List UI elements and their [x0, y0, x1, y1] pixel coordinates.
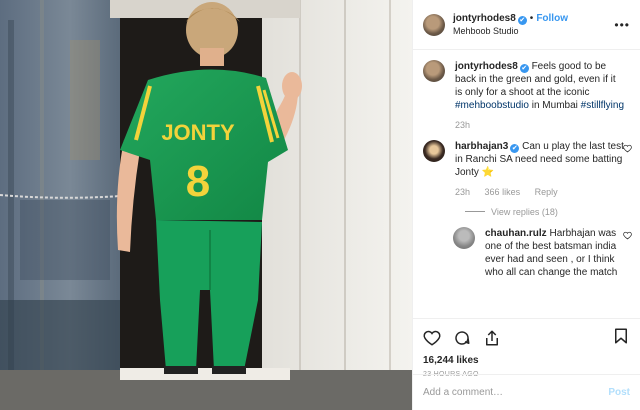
post-comment-button[interactable]: Post: [608, 387, 630, 398]
hashtag-mehboobstudio[interactable]: #mehboobstudio: [455, 100, 529, 111]
comments-section: jontyrhodes8 ✔ Feels good to be back in t…: [413, 50, 640, 318]
replies-line: [465, 211, 485, 212]
jersey-name: JONTY: [161, 120, 235, 145]
caption-meta: 23h: [455, 119, 625, 132]
add-comment-bar: Post: [413, 374, 640, 410]
post-photo[interactable]: JONTY 8: [0, 0, 412, 410]
share-icon[interactable]: [483, 329, 501, 347]
verified-badge-icon: ✔: [517, 15, 527, 25]
reply-button[interactable]: Reply: [535, 187, 558, 197]
comment-icon[interactable]: [453, 329, 471, 347]
comment-time[interactable]: 23h: [455, 187, 470, 197]
likes-count[interactable]: 16,244 likes: [423, 355, 630, 366]
caption-username[interactable]: jontyrhodes8: [455, 61, 518, 72]
follow-button[interactable]: Follow: [536, 13, 568, 24]
view-replies-label[interactable]: View replies (18): [491, 207, 558, 217]
separator-dot: •: [529, 12, 534, 24]
star-emoji-icon: ⭐: [481, 167, 495, 178]
comment-like-heart-icon[interactable]: [623, 144, 632, 153]
author-avatar[interactable]: [423, 13, 445, 36]
reply-avatar[interactable]: [453, 227, 475, 249]
photo-illustration: JONTY 8: [0, 0, 412, 410]
post-sidebar: jontyrhodes8 ✔ • Follow Mehboob Studio ••• …: [412, 0, 640, 410]
post-header: jontyrhodes8 ✔ • Follow Mehboob Studio •••: [413, 0, 640, 50]
post-location[interactable]: Mehboob Studio: [453, 25, 568, 38]
instagram-post: JONTY 8 jontyrhodes8 ✔ • Follow Mehboob Stu…: [0, 0, 640, 410]
comment-body: harbhajan3 ✔ Can u play the last test in …: [455, 140, 625, 199]
reply-item: chauhan.rulz Harbhajan was one of the be…: [453, 227, 632, 279]
reply-username[interactable]: chauhan.rulz: [485, 228, 547, 239]
comment-meta: 23h 366 likes Reply: [455, 186, 625, 199]
verified-badge-icon: ✔: [510, 144, 520, 153]
more-options-icon[interactable]: •••: [614, 18, 630, 32]
caption: jontyrhodes8 ✔ Feels good to be back in t…: [423, 60, 628, 132]
caption-avatar[interactable]: [423, 60, 445, 82]
caption-body: jontyrhodes8 ✔ Feels good to be back in t…: [455, 60, 625, 132]
bookmark-icon[interactable]: [612, 327, 630, 345]
comment-likes[interactable]: 366 likes: [485, 187, 521, 197]
post-actions: 16,244 likes 23 HOURS AGO Post: [413, 318, 640, 410]
comment-username[interactable]: harbhajan3: [455, 141, 508, 152]
author-meta: jontyrhodes8 ✔ • Follow Mehboob Studio: [453, 12, 568, 38]
view-replies-toggle[interactable]: View replies (18): [465, 207, 628, 217]
caption-time[interactable]: 23h: [455, 120, 470, 130]
reply-like-heart-icon[interactable]: [623, 231, 632, 240]
hashtag-stillflying[interactable]: #stillflying: [581, 100, 624, 111]
verified-badge-icon: ✔: [519, 64, 529, 73]
reply-body: chauhan.rulz Harbhajan was one of the be…: [485, 227, 625, 279]
comment-item: harbhajan3 ✔ Can u play the last test in …: [423, 140, 632, 199]
jersey-number: 8: [186, 157, 210, 206]
heart-icon[interactable]: [423, 329, 441, 347]
action-icons: [423, 327, 630, 349]
add-comment-input[interactable]: [423, 387, 609, 398]
commenter-avatar[interactable]: [423, 140, 445, 162]
caption-text-2: in Mumbai: [531, 100, 578, 111]
author-username[interactable]: jontyrhodes8: [453, 13, 516, 24]
